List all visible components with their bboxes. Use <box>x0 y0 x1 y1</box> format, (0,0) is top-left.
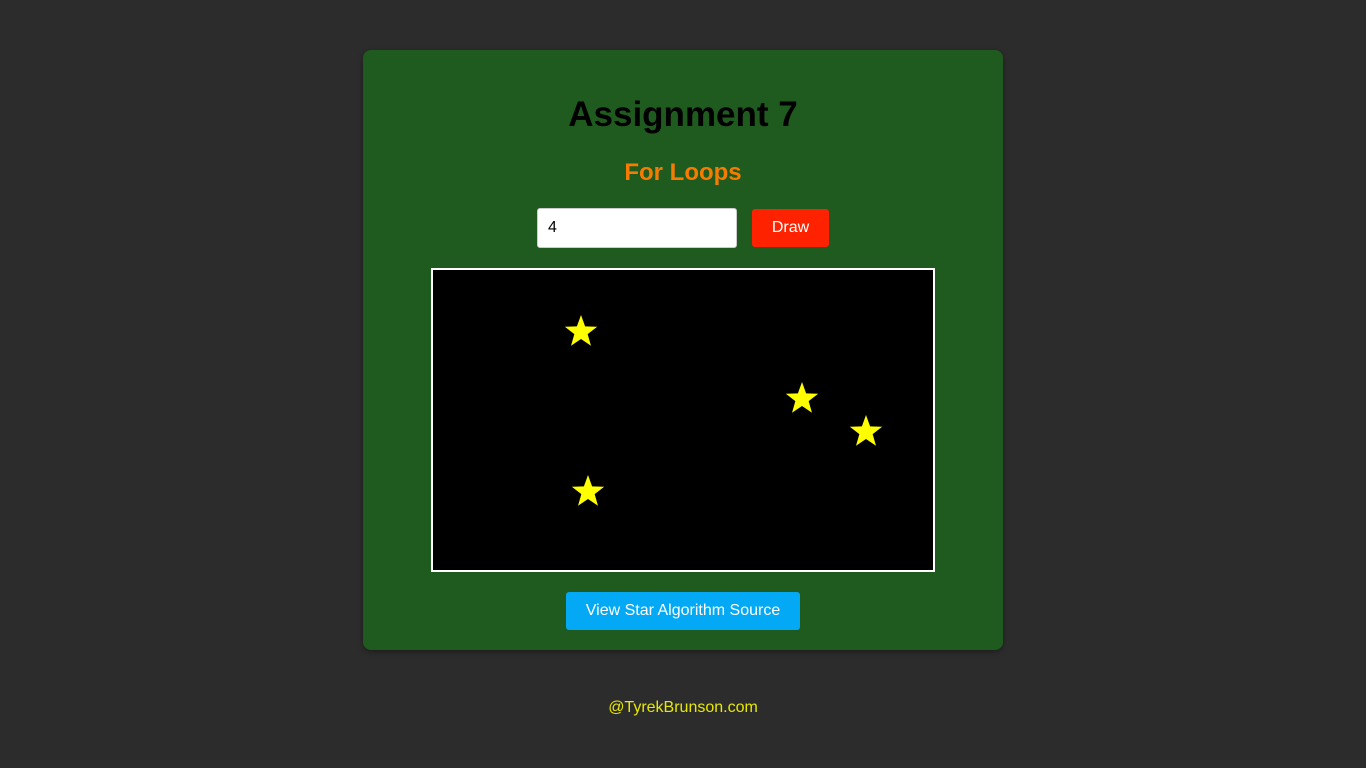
footer-credit: @TyrekBrunson.com <box>608 699 758 716</box>
star-canvas-svg <box>564 315 883 506</box>
star-count-input[interactable] <box>537 208 737 248</box>
page-title: Assignment 7 <box>568 95 798 134</box>
star-icon <box>564 315 598 346</box>
star-icon <box>571 475 605 506</box>
page-subtitle: For Loops <box>624 159 742 186</box>
star-icon <box>849 415 883 446</box>
assignment-card: Assignment 7 For Loops Draw View Star Al… <box>363 50 1003 650</box>
view-source-button[interactable]: View Star Algorithm Source <box>566 592 800 630</box>
draw-button[interactable]: Draw <box>752 209 829 247</box>
star-icon <box>785 382 819 413</box>
star-canvas <box>431 268 935 572</box>
